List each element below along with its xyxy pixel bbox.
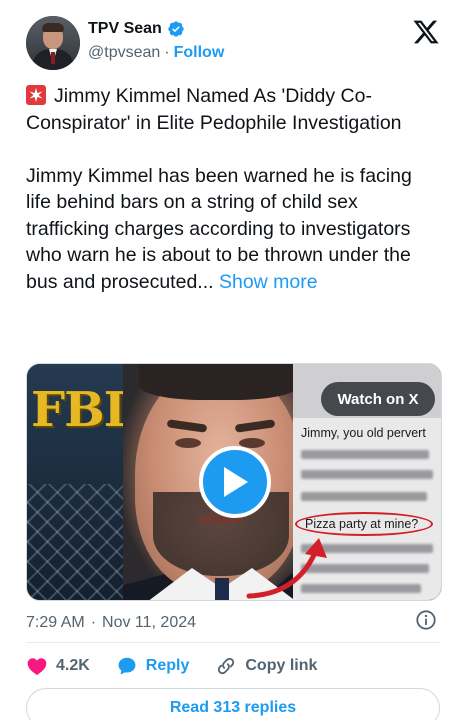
info-icon[interactable]: [415, 609, 437, 631]
play-button[interactable]: [199, 446, 271, 518]
copy-link-button[interactable]: Copy link: [215, 655, 317, 677]
likes-count: 4.2K: [56, 657, 90, 674]
read-replies-button[interactable]: Read 313 replies: [26, 688, 440, 720]
follow-button[interactable]: Follow: [174, 44, 225, 62]
show-more-link[interactable]: Show more: [219, 271, 318, 293]
tweet-card: TPV Sean @tpvsean · Follow Jimmy Kimmel …: [0, 0, 456, 720]
tweet-headline: Jimmy Kimmel Named As 'Diddy Co-Conspira…: [26, 85, 402, 134]
author-name-row: TPV Sean: [88, 20, 185, 38]
reply-label: Reply: [145, 657, 190, 674]
author-handle-row: @tpvsean · Follow: [88, 44, 224, 62]
tweet-timestamp[interactable]: 7:29 AM · Nov 11, 2024: [26, 611, 440, 635]
red-arrow-icon: [246, 538, 327, 599]
siren-emoji-icon: [26, 85, 46, 105]
tweet-header: TPV Sean @tpvsean · Follow: [26, 16, 446, 72]
author-handle[interactable]: @tpvsean: [88, 44, 160, 62]
tweet-date: Nov 11, 2024: [102, 614, 197, 631]
handle-separator: ·: [164, 44, 170, 61]
tweet-actions: 4.2K Reply Copy link: [26, 652, 440, 680]
tweet-video[interactable]: FBI Jimmy, you old pervert Pizza party a…: [26, 363, 442, 601]
like-button[interactable]: 4.2K: [26, 655, 90, 677]
fbi-text: FBI: [31, 382, 126, 438]
reply-bubble-icon: [118, 657, 136, 675]
x-logo-icon[interactable]: [412, 18, 440, 46]
play-icon: [224, 467, 248, 497]
tweet-time: 7:29 AM: [26, 614, 85, 631]
reply-button[interactable]: Reply: [116, 655, 190, 677]
tweet-body-paragraph: Jimmy Kimmel has been warned he is facin…: [26, 163, 436, 296]
author-display-name[interactable]: TPV Sean: [88, 20, 162, 38]
heart-icon: [27, 658, 47, 675]
tweet-headline-paragraph: Jimmy Kimmel Named As 'Diddy Co-Conspira…: [26, 83, 436, 136]
divider: [26, 642, 440, 643]
verified-badge-icon: [168, 21, 184, 37]
timestamp-separator: ·: [90, 614, 97, 631]
watch-on-x-button[interactable]: Watch on X: [321, 382, 435, 416]
avatar[interactable]: [26, 16, 80, 70]
copy-link-label: Copy link: [245, 657, 318, 674]
chat-line-1: Jimmy, you old pervert: [301, 426, 426, 440]
tweet-text: Jimmy Kimmel Named As 'Diddy Co-Conspira…: [26, 83, 436, 295]
link-icon: [218, 657, 235, 675]
